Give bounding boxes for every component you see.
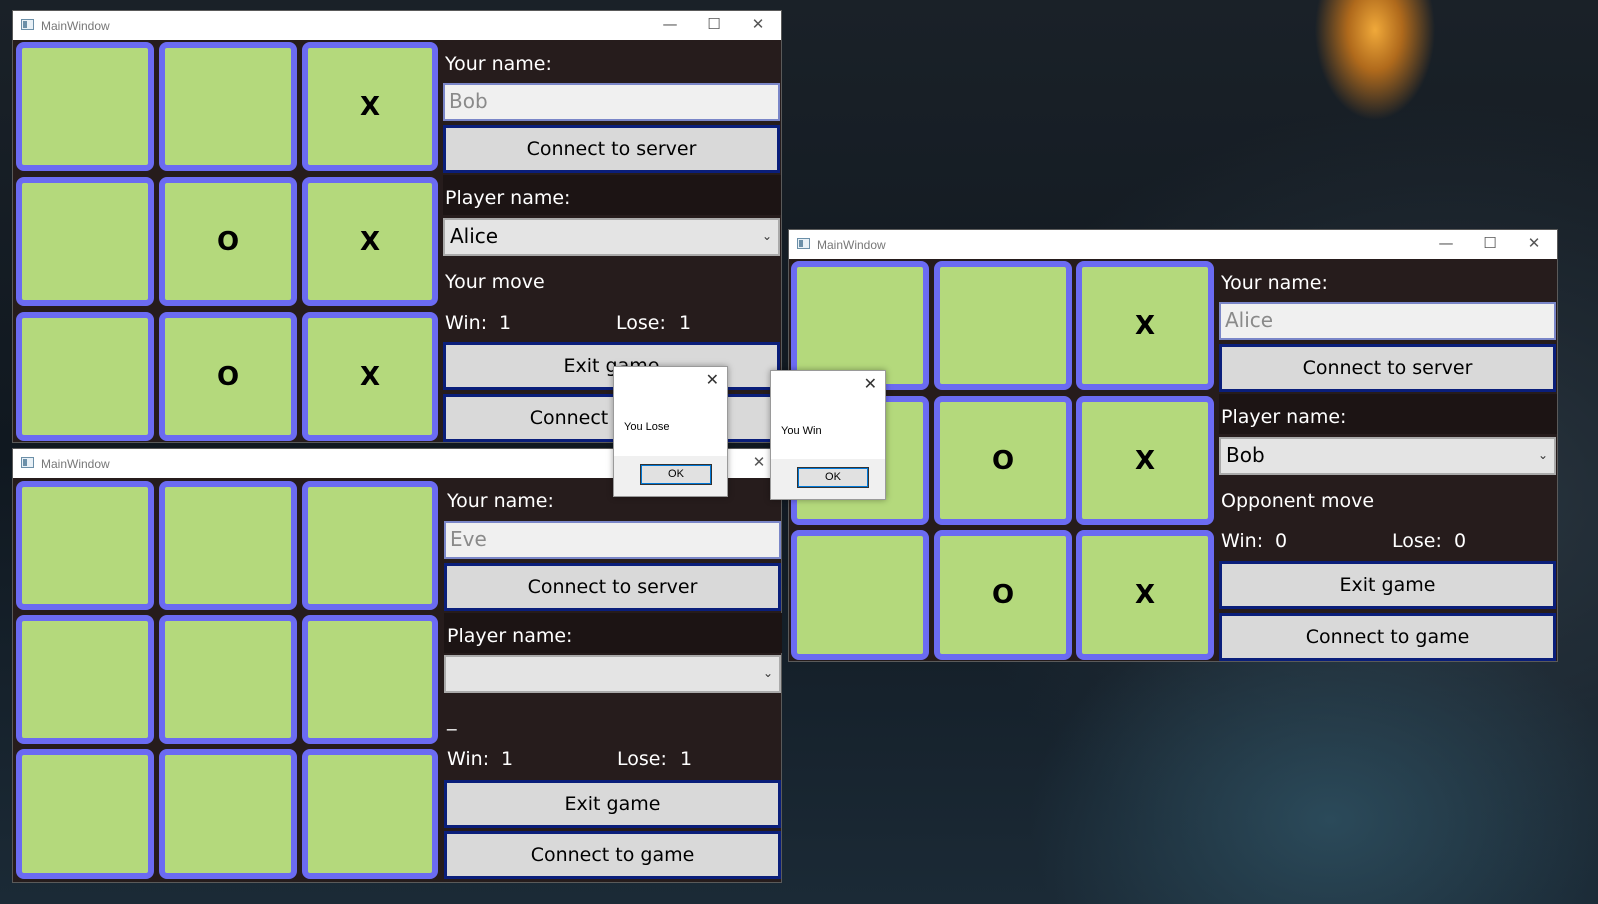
ok-button[interactable]: OK [797, 467, 869, 488]
board-cell-6[interactable] [16, 312, 154, 441]
board-cell-8[interactable]: X [1076, 530, 1214, 660]
window-icon [21, 19, 34, 30]
board-cell-6[interactable] [16, 749, 154, 879]
connect-server-button[interactable]: Connect to server [1219, 344, 1556, 392]
player-name-label: Player name: [445, 187, 571, 209]
your-name-input[interactable]: Bob [443, 83, 780, 121]
board-cell-3[interactable] [16, 177, 154, 306]
window-icon [797, 238, 810, 249]
player-name-label: Player name: [1221, 406, 1347, 428]
exit-game-button[interactable]: Exit game [1219, 561, 1556, 609]
board-cell-1[interactable] [934, 261, 1072, 390]
board-cell-8[interactable] [302, 749, 438, 879]
lose-label: Lose: [616, 312, 666, 334]
lose-count: 1 [680, 748, 693, 770]
close-button[interactable]: ✕ [1512, 230, 1556, 259]
title-bar[interactable]: MainWindow — ☐ ✕ [13, 11, 781, 40]
dialog-message: You Win [781, 425, 822, 437]
player-name-label: Player name: [447, 625, 573, 647]
player-name-combo[interactable]: Bob ⌄ [1219, 437, 1556, 475]
exit-game-button[interactable]: Exit game [443, 342, 780, 390]
board-cell-2[interactable]: X [302, 42, 438, 171]
board-cell-4[interactable]: O [934, 396, 1072, 525]
your-name-input[interactable]: Eve [444, 521, 781, 559]
win-label: Win: [1221, 530, 1264, 552]
win-count: 0 [1275, 530, 1288, 552]
win-count: 1 [501, 748, 514, 770]
player-name-selected: Alice [450, 224, 499, 248]
chevron-down-icon: ⌄ [1537, 448, 1548, 462]
board-cell-2[interactable]: X [1076, 261, 1214, 390]
main-window-alice: MainWindow — ☐ ✕ X O X O X Your name: Al… [788, 229, 1558, 662]
title-bar[interactable]: MainWindow — ☐ ✕ [789, 230, 1557, 259]
chevron-down-icon: ⌄ [762, 666, 773, 680]
close-icon[interactable]: ✕ [864, 374, 877, 393]
close-icon[interactable]: ✕ [706, 370, 719, 389]
window-title: MainWindow [41, 19, 110, 33]
your-name-input[interactable]: Alice [1219, 302, 1556, 340]
board-cell-0[interactable] [16, 42, 154, 171]
board-cell-5[interactable] [302, 615, 438, 744]
lose-label: Lose: [617, 748, 667, 770]
win-count: 1 [499, 312, 512, 334]
exit-game-button[interactable]: Exit game [444, 780, 781, 828]
player-name-combo[interactable]: ⌄ [444, 655, 781, 693]
connect-game-button[interactable]: Connect to game [444, 831, 781, 879]
board-cell-0[interactable] [16, 481, 154, 610]
window-icon [21, 457, 34, 468]
connect-game-button[interactable]: Connect to game [443, 394, 780, 442]
dialog-footer: OK [614, 456, 727, 496]
board-cell-8[interactable]: X [302, 312, 438, 441]
player-name-selected: Bob [1226, 443, 1265, 467]
board-cell-5[interactable]: X [302, 177, 438, 306]
lose-count: 0 [1454, 530, 1467, 552]
board-cell-7[interactable]: O [159, 312, 297, 441]
chevron-down-icon: ⌄ [761, 229, 772, 243]
player-name-combo[interactable]: Alice ⌄ [443, 218, 780, 256]
board-cell-7[interactable]: O [934, 530, 1072, 660]
maximize-button[interactable]: ☐ [692, 11, 736, 40]
board-cell-3[interactable] [16, 615, 154, 744]
game-status: _ [447, 709, 457, 731]
board-cell-6[interactable] [791, 530, 929, 660]
connect-server-button[interactable]: Connect to server [444, 563, 781, 611]
dialog-message: You Lose [624, 421, 670, 433]
connect-server-button[interactable]: Connect to server [443, 125, 780, 173]
ok-button[interactable]: OK [640, 464, 712, 485]
game-status: Your move [445, 271, 545, 293]
minimize-button[interactable]: — [1424, 230, 1468, 259]
main-window-eve: MainWindow ✕ Your name: Eve Connect to s… [12, 448, 782, 883]
window-title: MainWindow [817, 238, 886, 252]
dialog-footer: OK [771, 459, 885, 499]
board-cell-7[interactable] [159, 749, 297, 879]
window-title: MainWindow [41, 457, 110, 471]
your-name-label: Your name: [445, 53, 552, 75]
your-name-label: Your name: [1221, 272, 1328, 294]
lose-dialog: ✕ You Lose OK [613, 366, 728, 497]
board-cell-5[interactable]: X [1076, 396, 1214, 525]
win-label: Win: [445, 312, 488, 334]
your-name-label: Your name: [447, 490, 554, 512]
minimize-button[interactable]: — [648, 11, 692, 40]
board-cell-2[interactable] [302, 481, 438, 610]
win-label: Win: [447, 748, 490, 770]
board-cell-4[interactable]: O [159, 177, 297, 306]
board-cell-4[interactable] [159, 615, 297, 744]
close-button[interactable]: ✕ [736, 11, 780, 40]
board-cell-1[interactable] [159, 42, 297, 171]
lose-label: Lose: [1392, 530, 1442, 552]
connect-game-button[interactable]: Connect to game [1219, 613, 1556, 661]
maximize-button[interactable]: ☐ [1468, 230, 1512, 259]
board-cell-1[interactable] [159, 481, 297, 610]
game-status: Opponent move [1221, 490, 1375, 512]
win-dialog: ✕ You Win OK [770, 370, 886, 500]
lose-count: 1 [679, 312, 692, 334]
